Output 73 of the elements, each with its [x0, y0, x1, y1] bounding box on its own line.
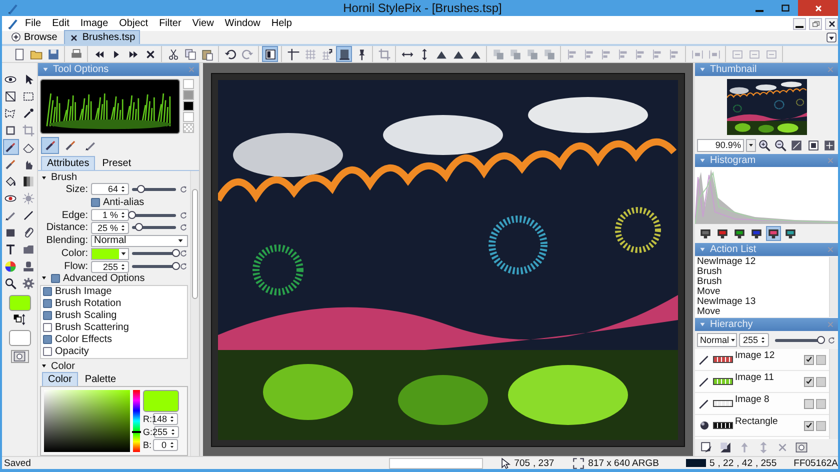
panel-title: Tool Options: [53, 64, 110, 75]
field-label: Blending:: [45, 235, 88, 246]
window-title: Hornil StylePix - [Brushes.tsp]: [342, 1, 503, 15]
pixel-hex: FF05162A: [794, 458, 838, 468]
menu-item[interactable]: View: [187, 16, 219, 30]
action-item[interactable]: NewImage 12: [697, 257, 829, 267]
menu-item[interactable]: Edit: [47, 16, 74, 30]
checkbox-label: Opacity: [55, 346, 89, 358]
options-tab[interactable]: Preset: [96, 156, 138, 170]
panel-title: Thumbnail: [710, 64, 758, 75]
layer-name: Image 12: [735, 349, 776, 361]
pixel-value: 5: [709, 458, 715, 468]
cursor-y: , 237: [533, 458, 554, 468]
action-item[interactable]: Brush: [697, 277, 829, 287]
section-title: Advanced Options: [63, 272, 145, 284]
cursor-x: 705: [514, 458, 530, 468]
field-label: Color:: [60, 248, 88, 260]
blend-dropdown[interactable]: Normal: [697, 333, 737, 347]
pixel-value: , 42: [736, 458, 752, 468]
color-tab[interactable]: Color: [42, 372, 78, 386]
layer-row[interactable]: Image 11: [695, 371, 829, 393]
checkbox-label: Brush Scattering: [55, 322, 129, 334]
number-field[interactable]: 64: [91, 183, 129, 196]
action-item[interactable]: Move: [697, 307, 829, 317]
document-tab[interactable]: Browse: [6, 30, 62, 44]
channel-label: B:: [143, 440, 152, 450]
number-field[interactable]: 0: [152, 438, 178, 451]
pixel-value: , 22: [718, 458, 734, 468]
checkbox-label: Brush Image: [55, 286, 112, 298]
layer-name: Image 8: [735, 393, 770, 405]
action-item[interactable]: NewImage 13: [697, 297, 829, 307]
layer-name: Image 11: [735, 371, 775, 383]
panel-title: Histogram: [710, 155, 757, 166]
section-title: Brush: [51, 172, 78, 183]
action-item[interactable]: Brush: [697, 267, 829, 277]
menu-item[interactable]: File: [20, 16, 46, 30]
number-field[interactable]: 255: [91, 260, 129, 272]
menu-item[interactable]: Help: [266, 16, 297, 30]
menu-item[interactable]: Filter: [154, 16, 186, 30]
number-field[interactable]: 148: [153, 412, 178, 425]
layer-name: Rectangle: [735, 415, 779, 427]
options-tab[interactable]: Attributes: [41, 156, 96, 170]
opacity-field[interactable]: 255: [739, 333, 769, 347]
number-field[interactable]: 1 %: [91, 209, 129, 222]
field-label: Size:: [64, 184, 88, 195]
checkbox-label: Brush Rotation: [55, 298, 122, 310]
menu-item[interactable]: Object: [114, 16, 154, 30]
number-field[interactable]: 255: [154, 426, 179, 438]
zoom-field[interactable]: 90.9%: [697, 138, 744, 152]
dropdown[interactable]: Normal: [91, 234, 188, 247]
checkbox-label: Color Effects: [55, 334, 112, 346]
number-field[interactable]: 25 %: [91, 222, 129, 234]
document-tab[interactable]: Brushes.tsp: [64, 30, 140, 44]
image-size: 817 x 640 ARGB: [588, 458, 659, 468]
panel-title: Action List: [710, 244, 758, 255]
field-label: Edge:: [60, 210, 88, 221]
menu-item[interactable]: Window: [220, 16, 266, 30]
layer-row[interactable]: Rectangle: [695, 415, 829, 437]
checkbox-label: Anti-alias: [103, 196, 144, 208]
panel-title: Hierarchy: [710, 319, 754, 330]
color-tab[interactable]: Palette: [78, 372, 122, 386]
pixel-value: , 255: [756, 458, 777, 468]
field-label: Distance:: [45, 222, 88, 234]
status-message: Saved: [3, 458, 32, 468]
section-title: Color: [51, 360, 75, 372]
menu-item[interactable]: Image: [75, 16, 114, 30]
checkbox-label: Brush Scaling: [55, 310, 117, 322]
action-item[interactable]: Move: [697, 287, 829, 297]
field-label: Flow:: [63, 261, 88, 272]
layer-row[interactable]: Image 8: [695, 393, 829, 415]
channel-label: G:: [143, 426, 153, 437]
layer-row[interactable]: Image 12: [695, 349, 829, 371]
channel-label: R:: [143, 414, 152, 424]
